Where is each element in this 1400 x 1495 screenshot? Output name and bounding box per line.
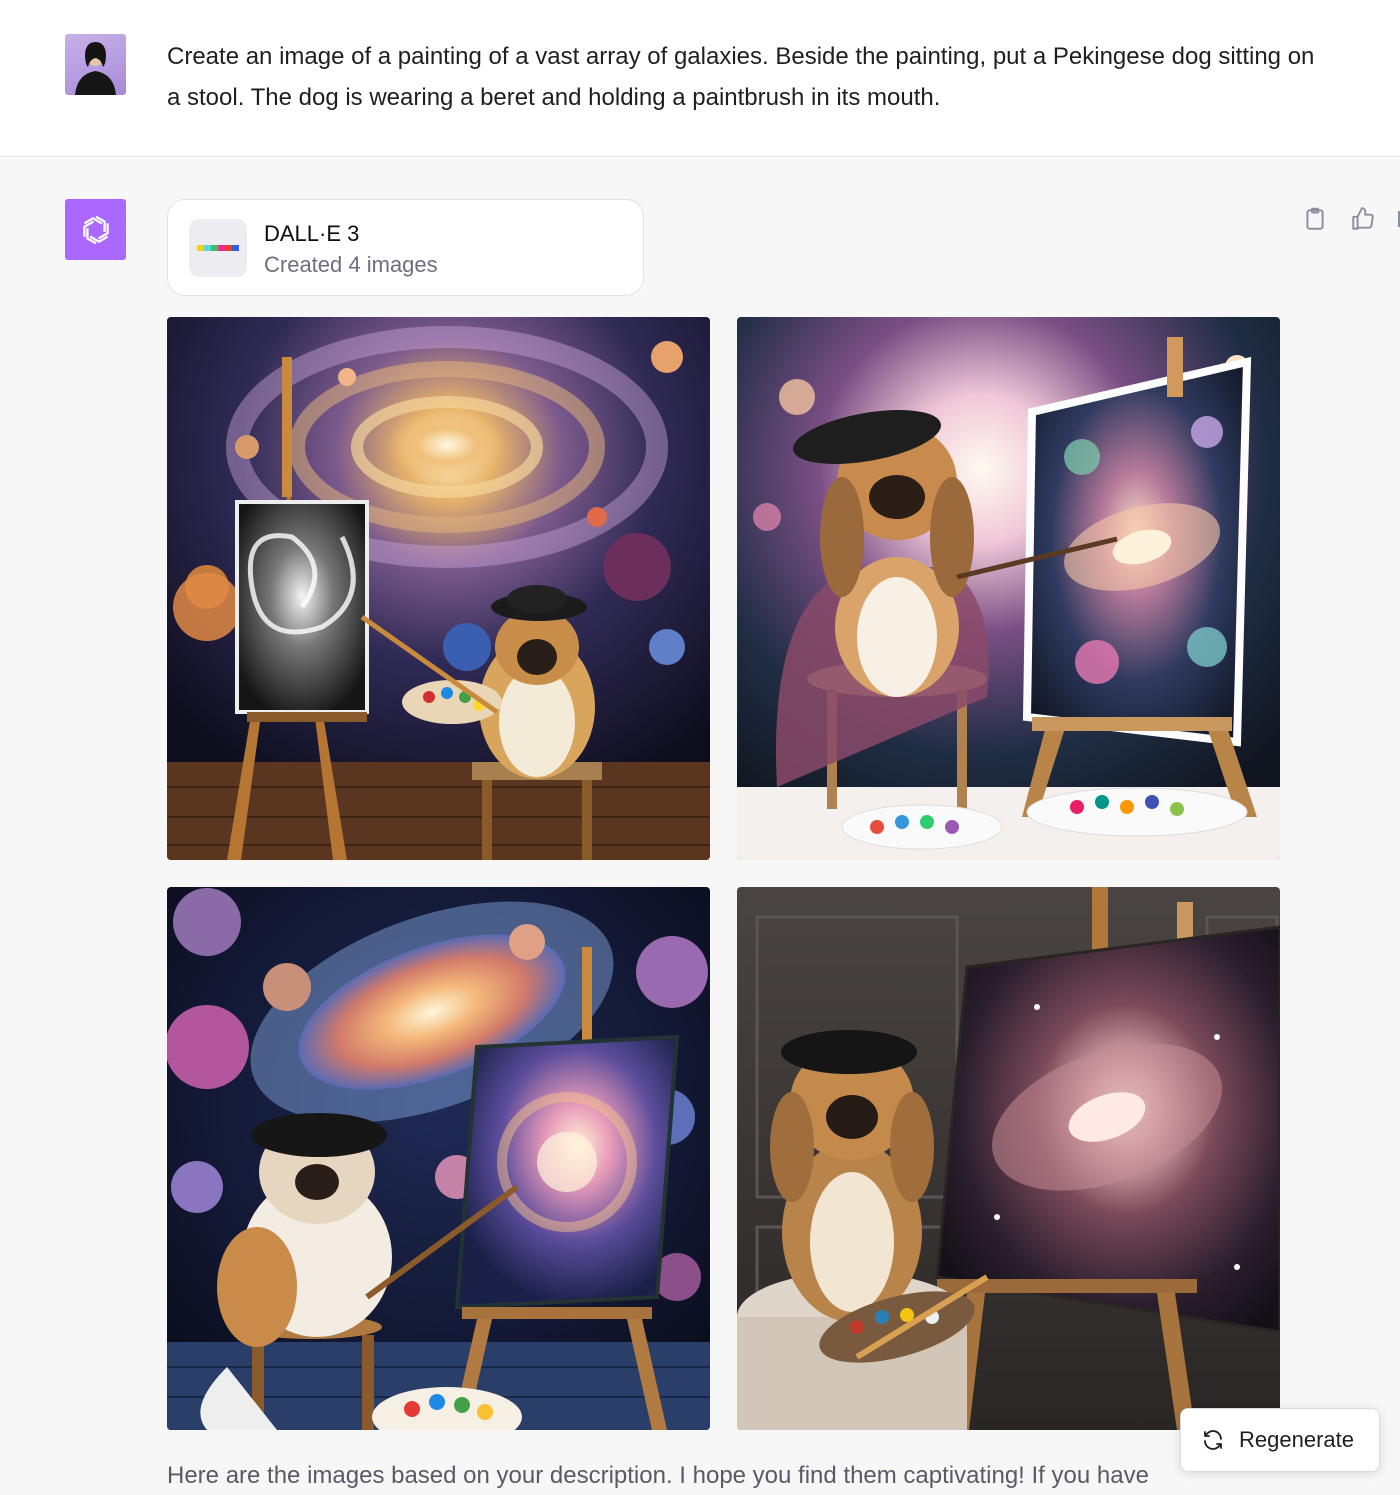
generated-image-3[interactable]: [167, 887, 710, 1430]
dalle-icon: [189, 219, 247, 277]
thumbs-down-button[interactable]: [1394, 208, 1400, 230]
thumbs-down-icon: [1398, 211, 1400, 227]
refresh-icon: [1204, 1430, 1222, 1450]
user-message-row: Create an image of a painting of a vast …: [0, 0, 1400, 157]
regenerate-button[interactable]: Regenerate: [1180, 1408, 1380, 1472]
regenerate-label: Regenerate: [1239, 1427, 1354, 1452]
message-actions: [1300, 204, 1378, 234]
user-avatar: [65, 34, 126, 95]
galaxy-painting-dog-image: [167, 887, 710, 1430]
thumbs-up-icon: [1352, 207, 1374, 230]
dalle-tool-card[interactable]: DALL·E 3 Created 4 images: [167, 199, 644, 296]
generated-image-4[interactable]: [737, 887, 1280, 1430]
user-message-text: Create an image of a painting of a vast …: [167, 43, 1315, 111]
galaxy-painting-dog-image: [167, 317, 710, 860]
clipboard-icon: [1306, 207, 1324, 230]
thumbs-up-button[interactable]: [1348, 204, 1378, 234]
tool-name: DALL·E 3: [264, 221, 360, 246]
assistant-reply-text: Here are the images based on your descri…: [167, 1462, 1149, 1489]
generated-image-2[interactable]: [737, 317, 1280, 860]
galaxy-painting-dog-image: [737, 317, 1280, 860]
assistant-message-row: DALL·E 3 Created 4 images Here are the i…: [0, 158, 1400, 1495]
copy-button[interactable]: [1300, 204, 1330, 234]
openai-logo-icon: [65, 199, 126, 260]
galaxy-painting-dog-image: [737, 887, 1280, 1430]
tool-status: Created 4 images: [264, 252, 438, 277]
generated-image-1[interactable]: [167, 317, 710, 860]
